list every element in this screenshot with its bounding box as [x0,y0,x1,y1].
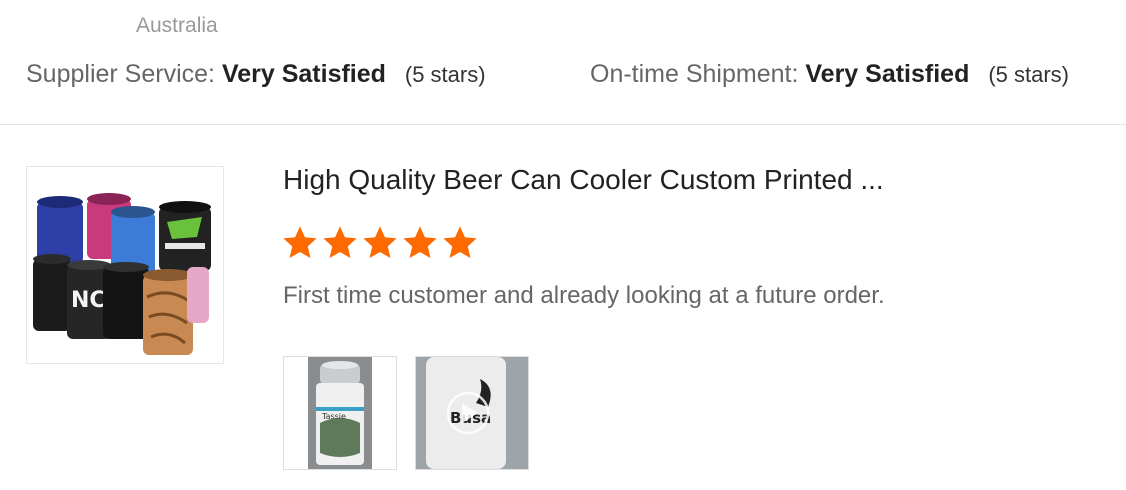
ontime-shipment-rating: On-time Shipment: Very Satisfied (5 star… [590,60,1069,89]
star-icon [283,226,317,259]
ontime-shipment-stars: (5 stars) [988,62,1069,87]
star-icon [443,226,477,259]
star-icon [323,226,357,259]
review-photo[interactable]: Tassie [283,356,397,470]
star-icon [363,226,397,259]
ontime-shipment-value: Very Satisfied [805,60,970,88]
review-text: First time customer and already looking … [283,282,885,309]
review-video-image: Busa [416,357,528,469]
supplier-service-rating: Supplier Service: Very Satisfied (5 star… [26,60,486,89]
supplier-ratings: Supplier Service: Very Satisfied (5 star… [26,60,1106,96]
review-photo-image: Tassie [284,357,396,469]
review-card: Australia Supplier Service: Very Satisfi… [0,0,1126,490]
review-video[interactable]: Busa [415,356,529,470]
product-title-link[interactable]: High Quality Beer Can Cooler Custom Prin… [283,164,884,196]
product-thumbnail[interactable]: NCI [26,166,224,364]
supplier-service-stars: (5 stars) [404,62,486,87]
can-cooler-image: NCI [27,167,223,363]
star-icon [403,226,437,259]
reviewer-country: Australia [136,14,218,37]
divider [0,124,1126,125]
supplier-service-label: Supplier Service: [26,60,215,88]
review-stars [281,224,479,262]
ontime-shipment-label: On-time Shipment: [590,60,799,88]
supplier-service-value: Very Satisfied [221,60,386,88]
svg-text:Tassie: Tassie [321,412,346,421]
